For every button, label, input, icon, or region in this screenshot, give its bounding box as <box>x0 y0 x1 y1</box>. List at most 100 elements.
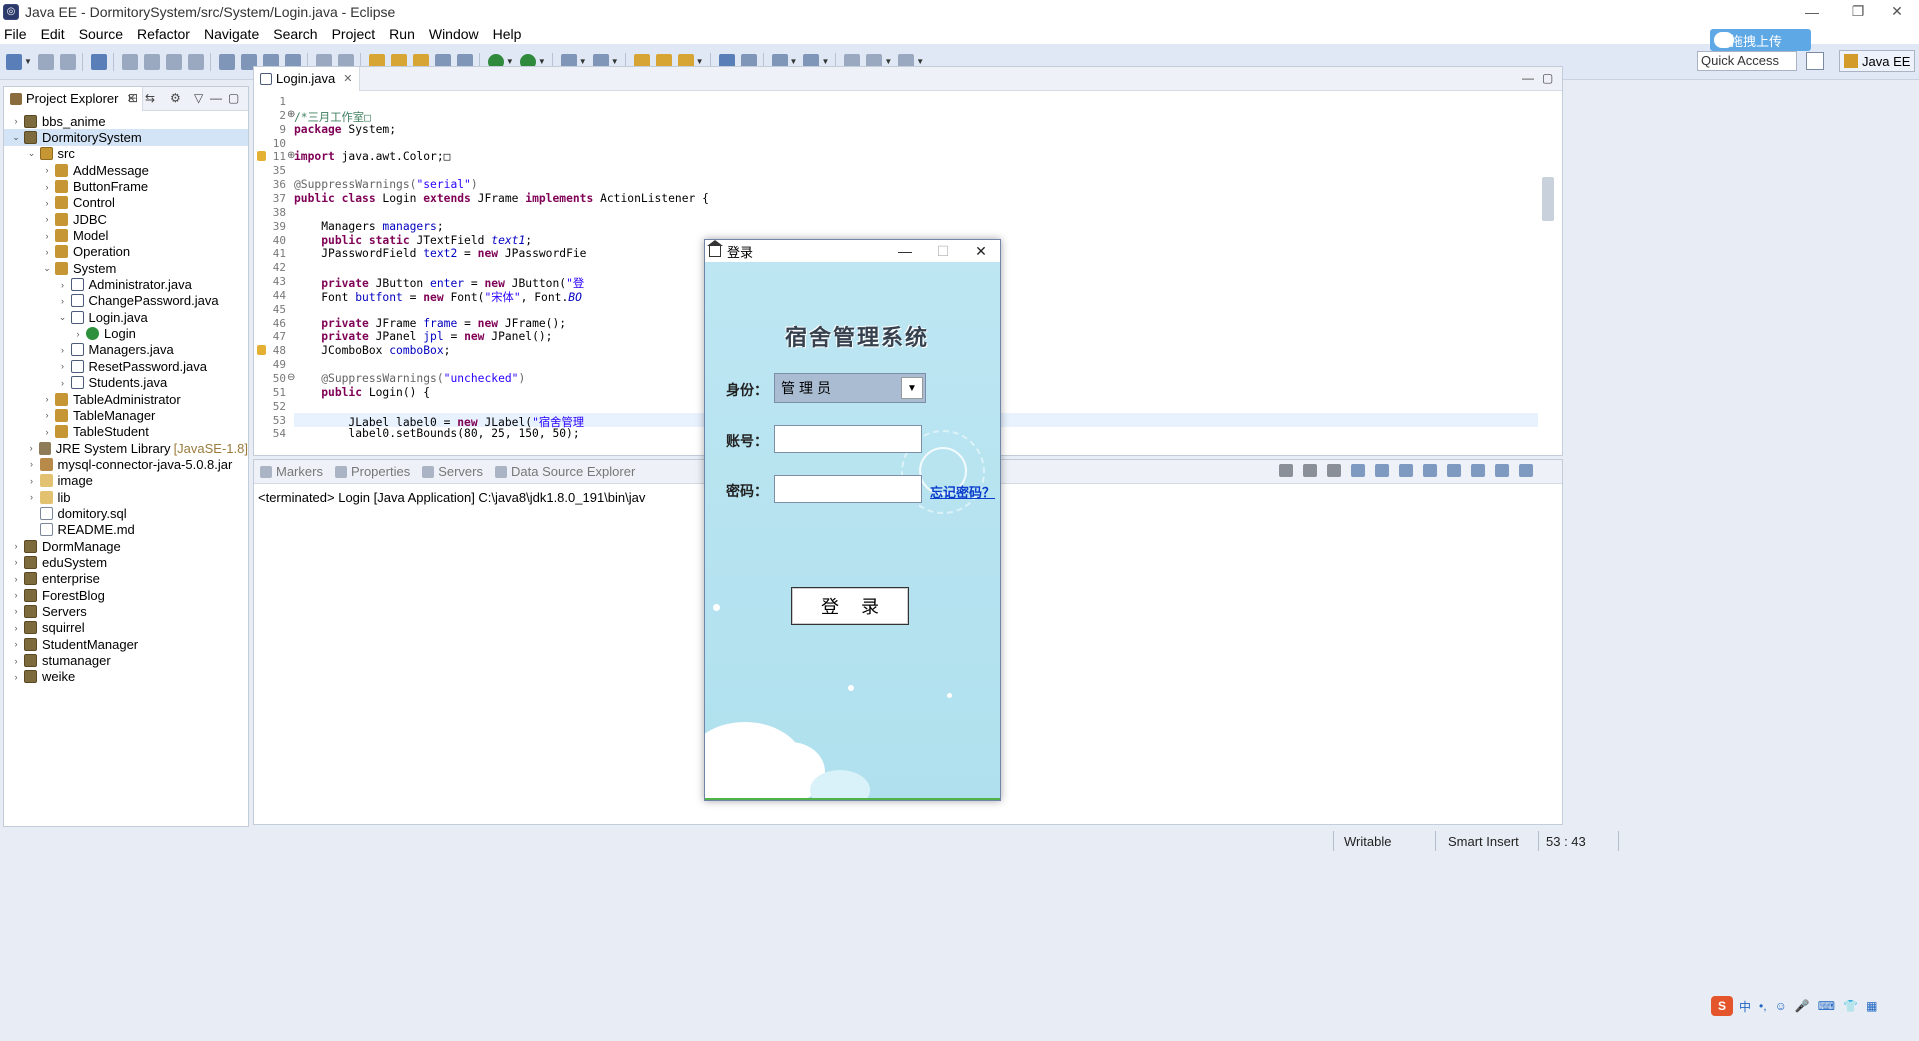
chevron-right-icon[interactable]: › <box>10 541 22 551</box>
tree-item[interactable]: › StudentManager <box>4 636 248 652</box>
link-editor-icon[interactable]: ⇆ <box>145 91 155 105</box>
close-tab-icon[interactable]: ✕ <box>343 72 352 85</box>
tree-item[interactable]: ⌄ Login.java <box>4 309 248 325</box>
tab-markers[interactable]: Markers <box>254 464 329 479</box>
chevron-down-icon[interactable]: ⌄ <box>57 312 69 323</box>
menu-search[interactable]: Search <box>273 26 317 42</box>
tree-item[interactable]: › mysql-connector-java-5.0.8.jar <box>4 456 248 472</box>
chevron-down-icon[interactable]: ▼ <box>901 377 923 399</box>
dropdown-arrow-icon[interactable]: ▼ <box>884 57 892 66</box>
open-console-icon[interactable] <box>1471 464 1485 477</box>
tree-item[interactable]: › TableManager <box>4 407 248 423</box>
tree-item[interactable]: › TableAdministrator <box>4 391 248 407</box>
toolbar-action-icon[interactable] <box>90 53 107 70</box>
account-input[interactable] <box>774 425 922 453</box>
dropdown-arrow-icon[interactable]: ▼ <box>579 57 587 66</box>
tab-project-explorer[interactable]: Project Explorer ✕ <box>4 86 143 111</box>
chevron-right-icon[interactable]: › <box>41 410 53 420</box>
word-wrap-icon[interactable] <box>1375 464 1389 477</box>
chevron-right-icon[interactable]: › <box>26 459 38 469</box>
dropdown-arrow-icon[interactable]: ▼ <box>790 57 798 66</box>
maximize-view-icon[interactable]: ▢ <box>228 91 239 105</box>
tree-item[interactable]: › JDBC <box>4 211 248 227</box>
tab-data-source-explorer[interactable]: Data Source Explorer <box>489 464 641 479</box>
chevron-right-icon[interactable]: › <box>26 492 38 502</box>
warning-marker-icon[interactable] <box>257 151 266 162</box>
menu-source[interactable]: Source <box>79 26 123 42</box>
dropdown-arrow-icon[interactable]: ▼ <box>24 57 32 66</box>
toolbar-tool-icon[interactable] <box>187 53 204 70</box>
ime-toolbar[interactable]: S 中 •, ☺ 🎤 ⌨ 👕 ▦ <box>1711 996 1885 1016</box>
remove-launch-icon[interactable] <box>1303 464 1317 477</box>
tree-item[interactable]: › Operation <box>4 244 248 260</box>
filter-icon[interactable]: ⚙ <box>170 91 181 105</box>
menu-window[interactable]: Window <box>429 26 479 42</box>
minimize-view-icon[interactable]: — <box>210 91 222 105</box>
chevron-right-icon[interactable]: › <box>10 574 22 584</box>
chevron-right-icon[interactable]: › <box>57 361 69 371</box>
terminate-icon[interactable] <box>1279 464 1293 477</box>
collapse-all-icon[interactable]: ⊟ <box>128 91 138 105</box>
tree-item[interactable]: › Model <box>4 227 248 243</box>
tree-item[interactable]: › Control <box>4 195 248 211</box>
tree-item[interactable]: domitory.sql <box>4 505 248 521</box>
scroll-lock-icon[interactable] <box>1351 464 1365 477</box>
tree-item[interactable]: › eduSystem <box>4 554 248 570</box>
dropdown-arrow-icon[interactable]: ▼ <box>821 57 829 66</box>
tree-item[interactable]: README.md <box>4 522 248 538</box>
chevron-right-icon[interactable]: › <box>41 231 53 241</box>
tree-item[interactable]: › DormManage <box>4 538 248 554</box>
toolbar-tool-icon[interactable] <box>165 53 182 70</box>
tree-item[interactable]: › TableStudent <box>4 424 248 440</box>
dropdown-arrow-icon[interactable]: ▼ <box>506 57 514 66</box>
maximize-editor-icon[interactable]: ▢ <box>1542 71 1553 85</box>
chevron-right-icon[interactable]: › <box>41 165 53 175</box>
tree-item[interactable]: ⌄ System <box>4 260 248 276</box>
tree-item[interactable]: › Administrator.java <box>4 276 248 292</box>
chevron-right-icon[interactable]: › <box>10 639 22 649</box>
chevron-right-icon[interactable]: › <box>10 557 22 567</box>
quick-access-input[interactable]: Quick Access <box>1697 51 1797 71</box>
tree-item[interactable]: › ForestBlog <box>4 587 248 603</box>
dropdown-arrow-icon[interactable]: ▼ <box>696 57 704 66</box>
tree-item[interactable]: › JRE System Library [JavaSE-1.8] <box>4 440 248 456</box>
menu-project[interactable]: Project <box>332 26 376 42</box>
editor-vertical-scrollbar[interactable] <box>1542 177 1554 221</box>
tree-item[interactable]: › weike <box>4 669 248 685</box>
tree-item[interactable]: ⌄ DormitorySystem <box>4 129 248 146</box>
tree-item[interactable]: › enterprise <box>4 571 248 587</box>
minimize-button[interactable]: — <box>1789 0 1835 23</box>
minimize-view-icon[interactable] <box>1495 464 1509 477</box>
toolbar-tool-icon[interactable] <box>143 53 160 70</box>
toolbar-tool-icon[interactable] <box>121 53 138 70</box>
tree-item[interactable]: › ButtonFrame <box>4 178 248 194</box>
menu-refactor[interactable]: Refactor <box>137 26 190 42</box>
tree-item[interactable]: › Managers.java <box>4 342 248 358</box>
chevron-right-icon[interactable]: › <box>41 182 53 192</box>
remove-all-icon[interactable] <box>1327 464 1341 477</box>
identity-select[interactable]: 管理员 ▼ <box>774 373 926 403</box>
chevron-right-icon[interactable]: › <box>57 296 69 306</box>
toolbar-tool-icon[interactable] <box>59 53 76 70</box>
password-input[interactable] <box>774 475 922 503</box>
close-window-button[interactable]: ✕ <box>1874 0 1919 23</box>
chevron-right-icon[interactable]: › <box>41 198 53 208</box>
login-button[interactable]: 登录 <box>791 587 909 625</box>
warning-marker-icon[interactable] <box>257 345 266 356</box>
dropdown-arrow-icon[interactable]: ▼ <box>611 57 619 66</box>
chevron-right-icon[interactable]: › <box>57 378 69 388</box>
tab-servers[interactable]: Servers <box>416 464 489 479</box>
chevron-right-icon[interactable]: › <box>41 247 53 257</box>
open-perspective-icon[interactable] <box>1806 52 1824 70</box>
chevron-right-icon[interactable]: › <box>72 329 84 339</box>
tree-item[interactable]: › Login <box>4 325 248 341</box>
login-minimize-button[interactable]: — <box>886 240 924 262</box>
forgot-password-link[interactable]: 忘记密码？ <box>930 482 995 501</box>
tree-item[interactable]: › lib <box>4 489 248 505</box>
chevron-right-icon[interactable]: › <box>57 280 69 290</box>
chevron-right-icon[interactable]: › <box>10 672 22 682</box>
tab-login-java[interactable]: Login.java ✕ <box>254 66 360 91</box>
tree-item[interactable]: › image <box>4 473 248 489</box>
toolbar-tool-icon[interactable] <box>37 53 54 70</box>
chevron-right-icon[interactable]: › <box>10 590 22 600</box>
